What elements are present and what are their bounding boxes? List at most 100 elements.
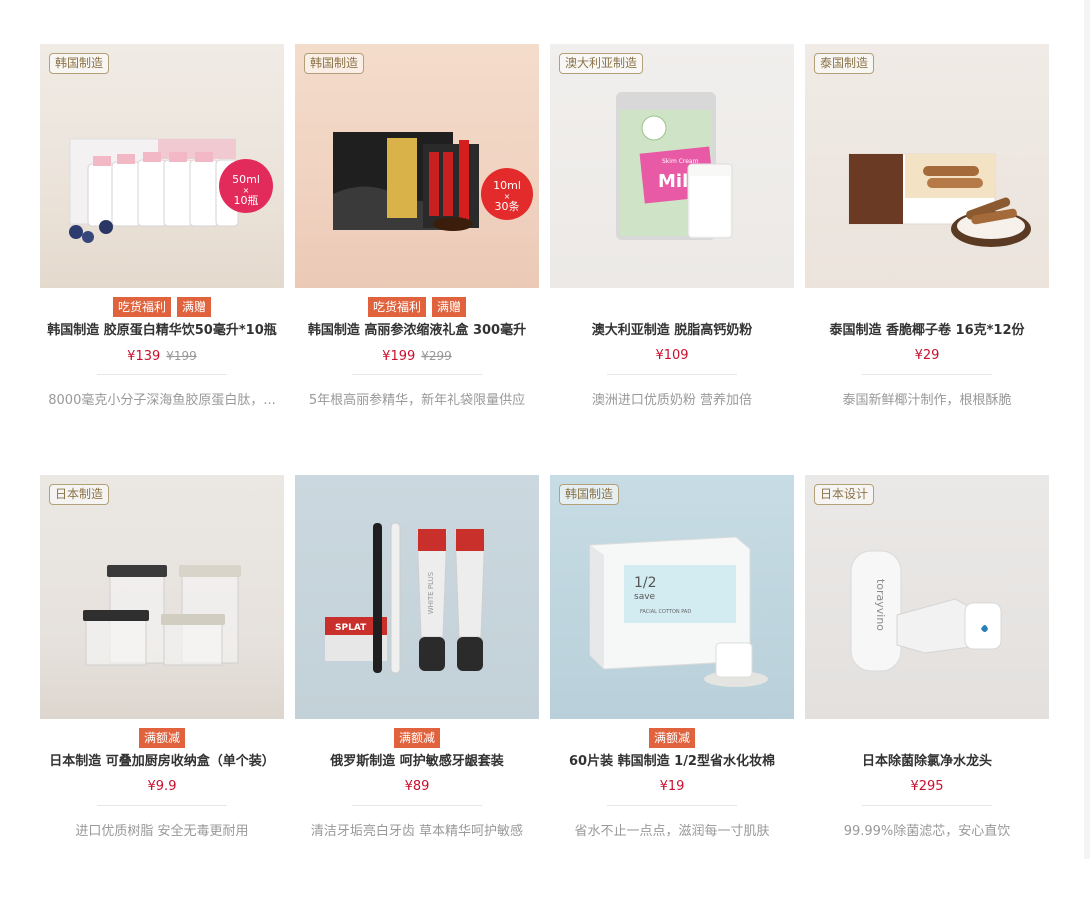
product-desc: 泰国新鲜椰汁制作，根根酥脆 <box>842 393 1012 408</box>
ratio-label: 1/2 <box>634 575 657 591</box>
old-price: ¥199 <box>166 349 197 363</box>
collagen-bottles-graphic: 50ml × 10瓶 <box>69 138 273 243</box>
product-name[interactable]: 泰国制造 香脆椰子卷 16克*12份 <box>805 321 1049 341</box>
product-card[interactable]: 韩国制造 10ml × 30条 吃货福利 满赠 韩国制造 高丽参浓缩液礼盒 30… <box>295 44 539 475</box>
price: ¥139 <box>127 349 161 364</box>
product-desc: 进口优质树脂 安全无毒更耐用 <box>75 824 249 839</box>
product-desc: 99.99%除菌滤芯，安心直饮 <box>843 824 1011 839</box>
product-name[interactable]: 60片装 韩国制造 1/2型省水化妆棉 <box>550 752 794 772</box>
price-row: ¥139 ¥199 <box>40 346 284 366</box>
product-desc: 清洁牙垢亮白牙齿 草本精华呵护敏感 <box>310 824 524 839</box>
promo-badge: 满额减 <box>393 728 440 748</box>
origin-tag: 澳大利亚制造 <box>559 53 644 74</box>
cotton-pad-box-graphic: 1/2 save FACIAL COTTON PAD <box>589 536 768 687</box>
product-name[interactable]: 澳大利亚制造 脱脂高钙奶粉 <box>550 321 794 341</box>
origin-tag: 韩国制造 <box>304 53 365 74</box>
divider <box>862 374 992 375</box>
price-row: ¥9.9 <box>40 777 284 797</box>
old-price: ¥299 <box>421 349 452 363</box>
promo-badge: 满额减 <box>138 728 185 748</box>
product-name[interactable]: 日本除菌除氯净水龙头 <box>805 752 1049 772</box>
water-filter-graphic: torayvino <box>850 550 1002 672</box>
product-card[interactable]: 韩国制造 1/2 save FACIAL COTTON PAD 满额减 60片装… <box>550 475 794 906</box>
price-row: ¥295 <box>805 777 1049 797</box>
milk-powder-graphic: Skim Cream Milk <box>616 92 733 240</box>
product-desc: 省水不止一点点，滋润每一寸肌肤 <box>574 824 770 839</box>
product-image[interactable]: 韩国制造 50ml × 10瓶 <box>40 44 284 288</box>
origin-tag: 泰国制造 <box>814 53 875 74</box>
product-card[interactable]: 泰国制造 泰国制造 香脆椰子卷 16克*12份 ¥29 泰国新鲜椰汁制作，根根酥… <box>805 44 1049 475</box>
price: ¥89 <box>404 779 430 794</box>
product-name[interactable]: 日本制造 可叠加厨房收纳盒（单个装） <box>40 752 284 772</box>
ginseng-giftbox-graphic: 10ml × 30条 <box>333 132 533 231</box>
volume-label: 50ml <box>232 173 260 186</box>
product-card[interactable]: 澳大利亚制造 Skim Cream Milk 澳大利亚制造 脱脂高钙奶粉 ¥10… <box>550 44 794 475</box>
promo-badges <box>805 728 1049 748</box>
divider <box>607 805 737 806</box>
origin-tag: 韩国制造 <box>49 53 110 74</box>
brand-label: SPLAT <box>335 623 367 633</box>
save-label: save <box>634 592 656 602</box>
toothpaste-set-graphic: SPLAT WHITE PLUS <box>325 522 486 674</box>
promo-badge: 吃货福利 <box>112 297 171 317</box>
divider <box>352 374 482 375</box>
product-card[interactable]: 韩国制造 50ml × 10瓶 吃货福利 满赠 韩国制造 胶原蛋白精华饮50毫升… <box>40 44 284 475</box>
promo-badges <box>550 297 794 317</box>
product-image[interactable]: 澳大利亚制造 Skim Cream Milk <box>550 44 794 288</box>
promo-badges: 满额减 <box>40 728 284 748</box>
promo-badge: 满赠 <box>432 297 467 317</box>
product-card[interactable]: 日本制造 满额减 日本制造 可叠加厨房收纳盒（单个装） ¥9.9 进口优质树脂 … <box>40 475 284 906</box>
price: ¥9.9 <box>147 779 177 794</box>
divider <box>352 805 482 806</box>
divider <box>97 805 227 806</box>
price-row: ¥199 ¥299 <box>295 346 539 366</box>
product-name[interactable]: 韩国制造 胶原蛋白精华饮50毫升*10瓶 <box>40 321 284 341</box>
origin-tag: 韩国制造 <box>559 484 620 505</box>
origin-tag: 日本设计 <box>814 484 875 505</box>
page-scrollbar[interactable] <box>1084 0 1090 859</box>
divider <box>97 374 227 375</box>
promo-badges: 满额减 <box>295 728 539 748</box>
storage-boxes-graphic <box>83 565 241 666</box>
promo-badge: 吃货福利 <box>367 297 426 317</box>
product-image[interactable]: 泰国制造 <box>805 44 1049 288</box>
price: ¥109 <box>655 348 689 363</box>
product-image[interactable]: SPLAT WHITE PLUS <box>295 475 539 719</box>
promo-badges: 满额减 <box>550 728 794 748</box>
product-desc: 澳洲进口优质奶粉 营养加倍 <box>591 393 753 408</box>
product-desc: 5年根高丽参精华，新年礼袋限量供应 <box>308 393 526 408</box>
count-label: 30条 <box>495 199 520 213</box>
product-image[interactable]: 韩国制造 10ml × 30条 <box>295 44 539 288</box>
coconut-rolls-graphic <box>848 153 1031 247</box>
product-card[interactable]: SPLAT WHITE PLUS 满额减 俄罗斯制造 呵护敏感牙龈套装 ¥89 … <box>295 475 539 906</box>
price: ¥19 <box>659 779 685 794</box>
price: ¥29 <box>914 348 940 363</box>
divider <box>607 374 737 375</box>
price: ¥199 <box>382 349 416 364</box>
divider <box>862 805 992 806</box>
volume-label: 10ml <box>493 179 521 192</box>
promo-badges <box>805 297 1049 317</box>
filter-brand: torayvino <box>874 579 887 631</box>
origin-tag: 日本制造 <box>49 484 110 505</box>
product-grid: 韩国制造 50ml × 10瓶 吃货福利 满赠 韩国制造 胶原蛋白精华饮50毫升… <box>40 44 1050 906</box>
product-desc: 8000毫克小分子深海鱼胶原蛋白肽，... <box>48 393 276 408</box>
price-row: ¥29 <box>805 346 1049 366</box>
price-row: ¥109 <box>550 346 794 366</box>
price-row: ¥19 <box>550 777 794 797</box>
tube-label: WHITE PLUS <box>427 571 435 614</box>
price: ¥295 <box>910 779 944 794</box>
promo-badge: 满额减 <box>648 728 695 748</box>
pad-label: FACIAL COTTON PAD <box>640 609 691 615</box>
product-image[interactable]: 韩国制造 1/2 save FACIAL COTTON PAD <box>550 475 794 719</box>
promo-badge: 满赠 <box>177 297 212 317</box>
product-name[interactable]: 韩国制造 高丽参浓缩液礼盒 300毫升 <box>295 321 539 341</box>
product-name[interactable]: 俄罗斯制造 呵护敏感牙龈套装 <box>295 752 539 772</box>
promo-badges: 吃货福利 满赠 <box>40 297 284 317</box>
promo-badges: 吃货福利 满赠 <box>295 297 539 317</box>
price-row: ¥89 <box>295 777 539 797</box>
product-image[interactable]: 日本设计 torayvino <box>805 475 1049 719</box>
product-image[interactable]: 日本制造 <box>40 475 284 719</box>
count-label: 10瓶 <box>234 193 259 207</box>
product-card[interactable]: 日本设计 torayvino 日本除菌除氯净水龙头 ¥295 99.99%除菌滤… <box>805 475 1049 906</box>
